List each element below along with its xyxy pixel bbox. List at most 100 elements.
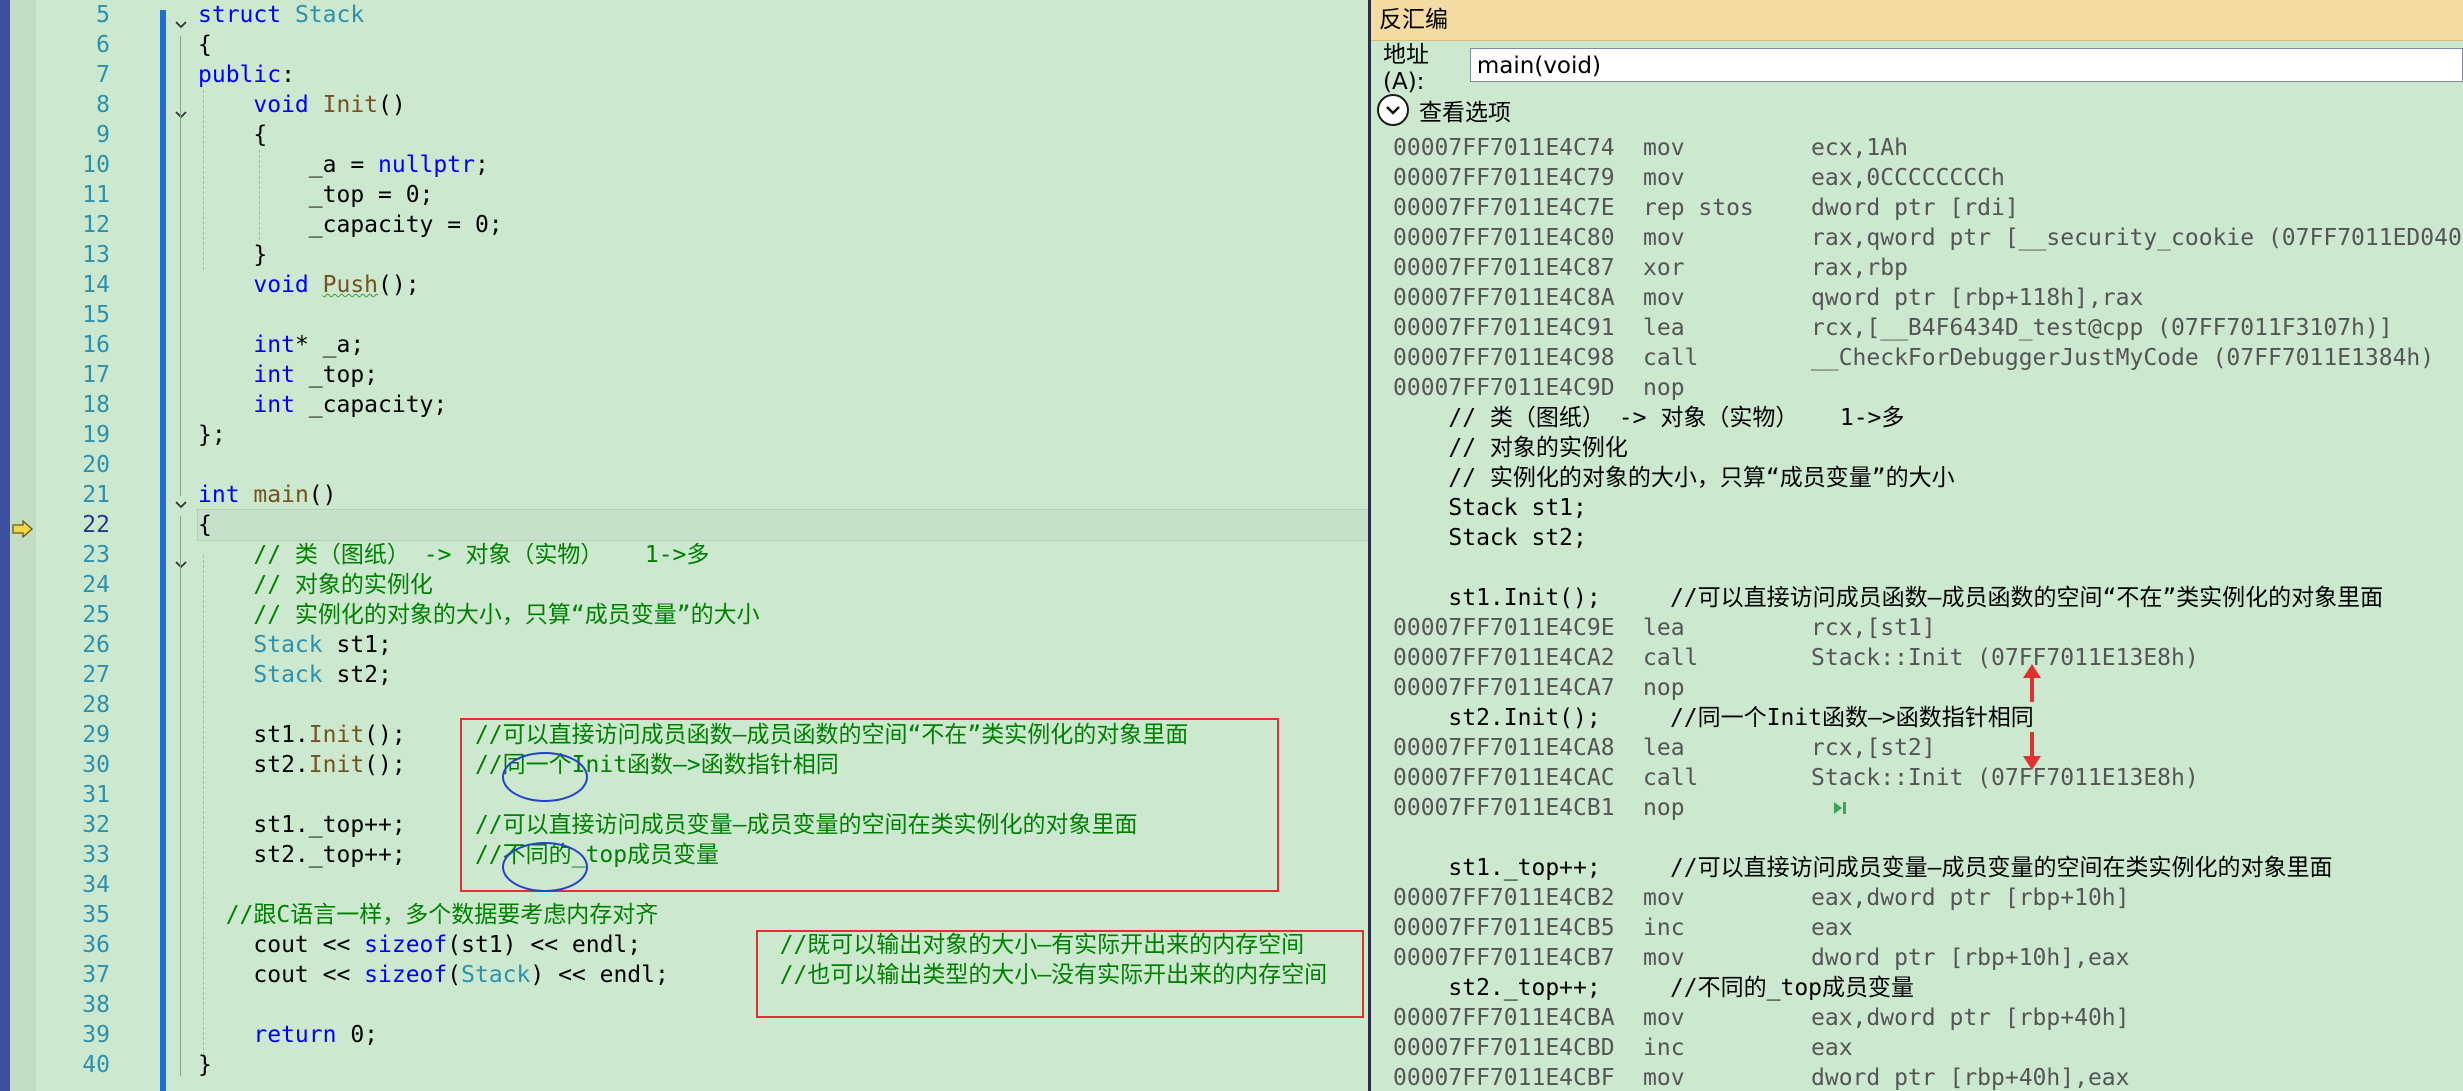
- code-line[interactable]: int _top;: [198, 360, 1368, 390]
- code-line[interactable]: // 实例化的对象的大小，只算“成员变量”的大小: [198, 600, 1368, 630]
- instruction-operands: eax,dword ptr [rbp+10h]: [1811, 885, 2130, 911]
- annotation-arrow-up: [2023, 664, 2041, 702]
- instruction-mnemonic: call: [1643, 765, 1699, 791]
- disassembly-instruction-row[interactable]: 00007FF7011E4C9D nop: [1393, 373, 2463, 403]
- code-line[interactable]: // 类（图纸） -> 对象（实物） 1->多: [198, 540, 1368, 570]
- code-line[interactable]: _capacity = 0;: [198, 210, 1368, 240]
- line-number: 8: [96, 92, 110, 118]
- address-input[interactable]: main(void): [1469, 48, 2463, 82]
- disassembly-listing[interactable]: 00007FF7011E4C74 mov ecx,1Ah 00007FF7011E4C…: [1393, 133, 2463, 1091]
- disassembly-instruction-row[interactable]: 00007FF7011E4CA2 call Stack::Init (07FF701…: [1393, 643, 2463, 673]
- disassembly-instruction-row[interactable]: 00007FF7011E4CBA mov eax,dword ptr [rbp+40…: [1393, 1003, 2463, 1033]
- code-line[interactable]: [198, 300, 1368, 330]
- code-line[interactable]: }: [198, 240, 1368, 270]
- code-line[interactable]: Stack st1;: [198, 630, 1368, 660]
- disassembly-source-line[interactable]: Stack st2;: [1393, 523, 2463, 553]
- instruction-mnemonic: nop: [1643, 675, 1685, 701]
- outlining-gutter: [170, 0, 192, 1091]
- code-line[interactable]: {: [198, 120, 1368, 150]
- disassembly-instruction-row[interactable]: 00007FF7011E4C98 call __CheckForDebuggerJu…: [1393, 343, 2463, 373]
- code-line[interactable]: public:: [198, 60, 1368, 90]
- disassembly-source-line[interactable]: // 实例化的对象的大小，只算“成员变量”的大小: [1393, 463, 2463, 493]
- instruction-mnemonic: call: [1643, 345, 1699, 371]
- disassembly-instruction-row[interactable]: 00007FF7011E4C74 mov ecx,1Ah: [1393, 133, 2463, 163]
- code-editor[interactable]: 5 6 7 8 9 10 11 12 13 14 15 16 17 18 19 20 21 22 23 24 25 26 2…: [0, 0, 1368, 1091]
- instruction-address: 00007FF7011E4C98: [1393, 345, 1615, 371]
- disassembly-instruction-row[interactable]: 00007FF7011E4CBF mov dword ptr [rbp+40h],e…: [1393, 1063, 2463, 1091]
- disassembly-instruction-row[interactable]: 00007FF7011E4C8A mov qword ptr [rbp+118h],…: [1393, 283, 2463, 313]
- disassembly-instruction-row[interactable]: 00007FF7011E4CB7 mov dword ptr [rbp+10h],e…: [1393, 943, 2463, 973]
- code-line[interactable]: int* _a;: [198, 330, 1368, 360]
- glyph-margin[interactable]: [10, 0, 36, 1091]
- code-line[interactable]: int _capacity;: [198, 390, 1368, 420]
- code-line[interactable]: Stack st2;: [198, 660, 1368, 690]
- collapse-init-icon[interactable]: [172, 106, 190, 124]
- disassembly-instruction-row[interactable]: 00007FF7011E4CB5 inc eax: [1393, 913, 2463, 943]
- disassembly-instruction-row[interactable]: 00007FF7011E4CA8 lea rcx,[st2]: [1393, 733, 2463, 763]
- line-number: 15: [82, 302, 110, 328]
- disassembly-instruction-row[interactable]: 00007FF7011E4C91 lea rcx,[__B4F6434D_test@…: [1393, 313, 2463, 343]
- line-number: 31: [82, 782, 110, 808]
- disassembly-source-line[interactable]: [1393, 823, 2463, 853]
- outline-line: [180, 36, 181, 496]
- disassembly-source-line[interactable]: // 对象的实例化: [1393, 433, 2463, 463]
- line-number: 13: [82, 242, 110, 268]
- disassembly-instruction-row[interactable]: 00007FF7011E4C9E lea rcx,[st1]: [1393, 613, 2463, 643]
- disassembly-source-line[interactable]: st1.Init(); //可以直接访问成员函数—成员函数的空间“不在”类实例化…: [1393, 583, 2463, 613]
- instruction-mnemonic: inc: [1643, 1035, 1685, 1061]
- disassembly-source-line[interactable]: // 类（图纸） -> 对象（实物） 1->多: [1393, 403, 2463, 433]
- instruction-operands: eax: [1811, 1035, 1853, 1061]
- disassembly-instruction-row[interactable]: 00007FF7011E4C87 xor rax,rbp: [1393, 253, 2463, 283]
- disassembly-source-line[interactable]: [1393, 553, 2463, 583]
- disassembly-source-line[interactable]: Stack st1;: [1393, 493, 2463, 523]
- code-line[interactable]: struct Stack: [198, 0, 1368, 30]
- line-number: 38: [82, 992, 110, 1018]
- instruction-mnemonic: mov: [1643, 285, 1685, 311]
- collapse-comment-icon[interactable]: [172, 556, 190, 574]
- disassembly-window[interactable]: 反汇编 地址(A): main(void) 查看选项 00007FF7011E4…: [1368, 0, 2463, 1091]
- code-line[interactable]: };: [198, 420, 1368, 450]
- view-options-toggle[interactable]: 查看选项: [1371, 89, 2463, 131]
- instruction-mnemonic: xor: [1643, 255, 1685, 281]
- code-line[interactable]: void Init(): [198, 90, 1368, 120]
- disassembly-instruction-row[interactable]: 00007FF7011E4CAC call Stack::Init (07FF701…: [1393, 763, 2463, 793]
- instruction-mnemonic: lea: [1643, 615, 1685, 641]
- disassembly-instruction-row[interactable]: 00007FF7011E4CB2 mov eax,dword ptr [rbp+10…: [1393, 883, 2463, 913]
- disassembly-instruction-row[interactable]: 00007FF7011E4C79 mov eax,0CCCCCCCCh: [1393, 163, 2463, 193]
- disassembly-instruction-row[interactable]: 00007FF7011E4CB1 nop: [1393, 793, 2463, 823]
- line-number-gutter: 5 6 7 8 9 10 11 12 13 14 15 16 17 18 19 20 21 22 23 24 25 26 2…: [36, 0, 110, 1080]
- instruction-mnemonic: mov: [1643, 885, 1685, 911]
- code-line-current[interactable]: {: [197, 509, 1368, 541]
- code-line[interactable]: [198, 450, 1368, 480]
- code-line[interactable]: }: [198, 1050, 1368, 1080]
- annotation-circle: [502, 752, 588, 802]
- disassembly-instruction-row[interactable]: 00007FF7011E4C80 mov rax,qword ptr [__secu…: [1393, 223, 2463, 253]
- code-line[interactable]: return 0;: [198, 1020, 1368, 1050]
- code-line[interactable]: _a = nullptr;: [198, 150, 1368, 180]
- collapse-struct-icon[interactable]: [172, 16, 190, 34]
- code-line[interactable]: // 对象的实例化: [198, 570, 1368, 600]
- instruction-mnemonic: inc: [1643, 915, 1685, 941]
- disassembly-instruction-row[interactable]: 00007FF7011E4CBD inc eax: [1393, 1033, 2463, 1063]
- disassembly-title[interactable]: 反汇编: [1371, 0, 2463, 41]
- instruction-operands: dword ptr [rbp+40h],eax: [1811, 1065, 2130, 1091]
- code-line[interactable]: {: [198, 30, 1368, 60]
- run-to-click-icon[interactable]: [1831, 794, 1849, 824]
- disassembly-source-line[interactable]: st1._top++; //可以直接访问成员变量—成员变量的空间在类实例化的对象…: [1393, 853, 2463, 883]
- disassembly-source-line[interactable]: st2.Init(); //同一个Init函数—>函数指针相同: [1393, 703, 2463, 733]
- instruction-address: 00007FF7011E4CA8: [1393, 735, 1615, 761]
- code-line[interactable]: _top = 0;: [198, 180, 1368, 210]
- code-line[interactable]: int main(): [198, 480, 1368, 510]
- code-line[interactable]: [198, 690, 1368, 720]
- instruction-operands: eax: [1811, 915, 1853, 941]
- code-line[interactable]: //跟C语言一样，多个数据要考虑内存对齐: [198, 900, 1368, 930]
- instruction-operands: eax,0CCCCCCCCh: [1811, 165, 2005, 191]
- instruction-address: 00007FF7011E4C7E: [1393, 195, 1615, 221]
- disassembly-instruction-row[interactable]: 00007FF7011E4C7E rep stos dword ptr [rdi]: [1393, 193, 2463, 223]
- disassembly-source-line[interactable]: st2._top++; //不同的_top成员变量: [1393, 973, 2463, 1003]
- disassembly-instruction-row[interactable]: 00007FF7011E4CA7 nop: [1393, 673, 2463, 703]
- chevron-down-icon[interactable]: [1377, 94, 1409, 126]
- code-area[interactable]: struct Stack{public: void Init() { _a = …: [197, 0, 1368, 1080]
- collapse-main-icon[interactable]: [172, 496, 190, 514]
- code-line[interactable]: void Push();: [198, 270, 1368, 300]
